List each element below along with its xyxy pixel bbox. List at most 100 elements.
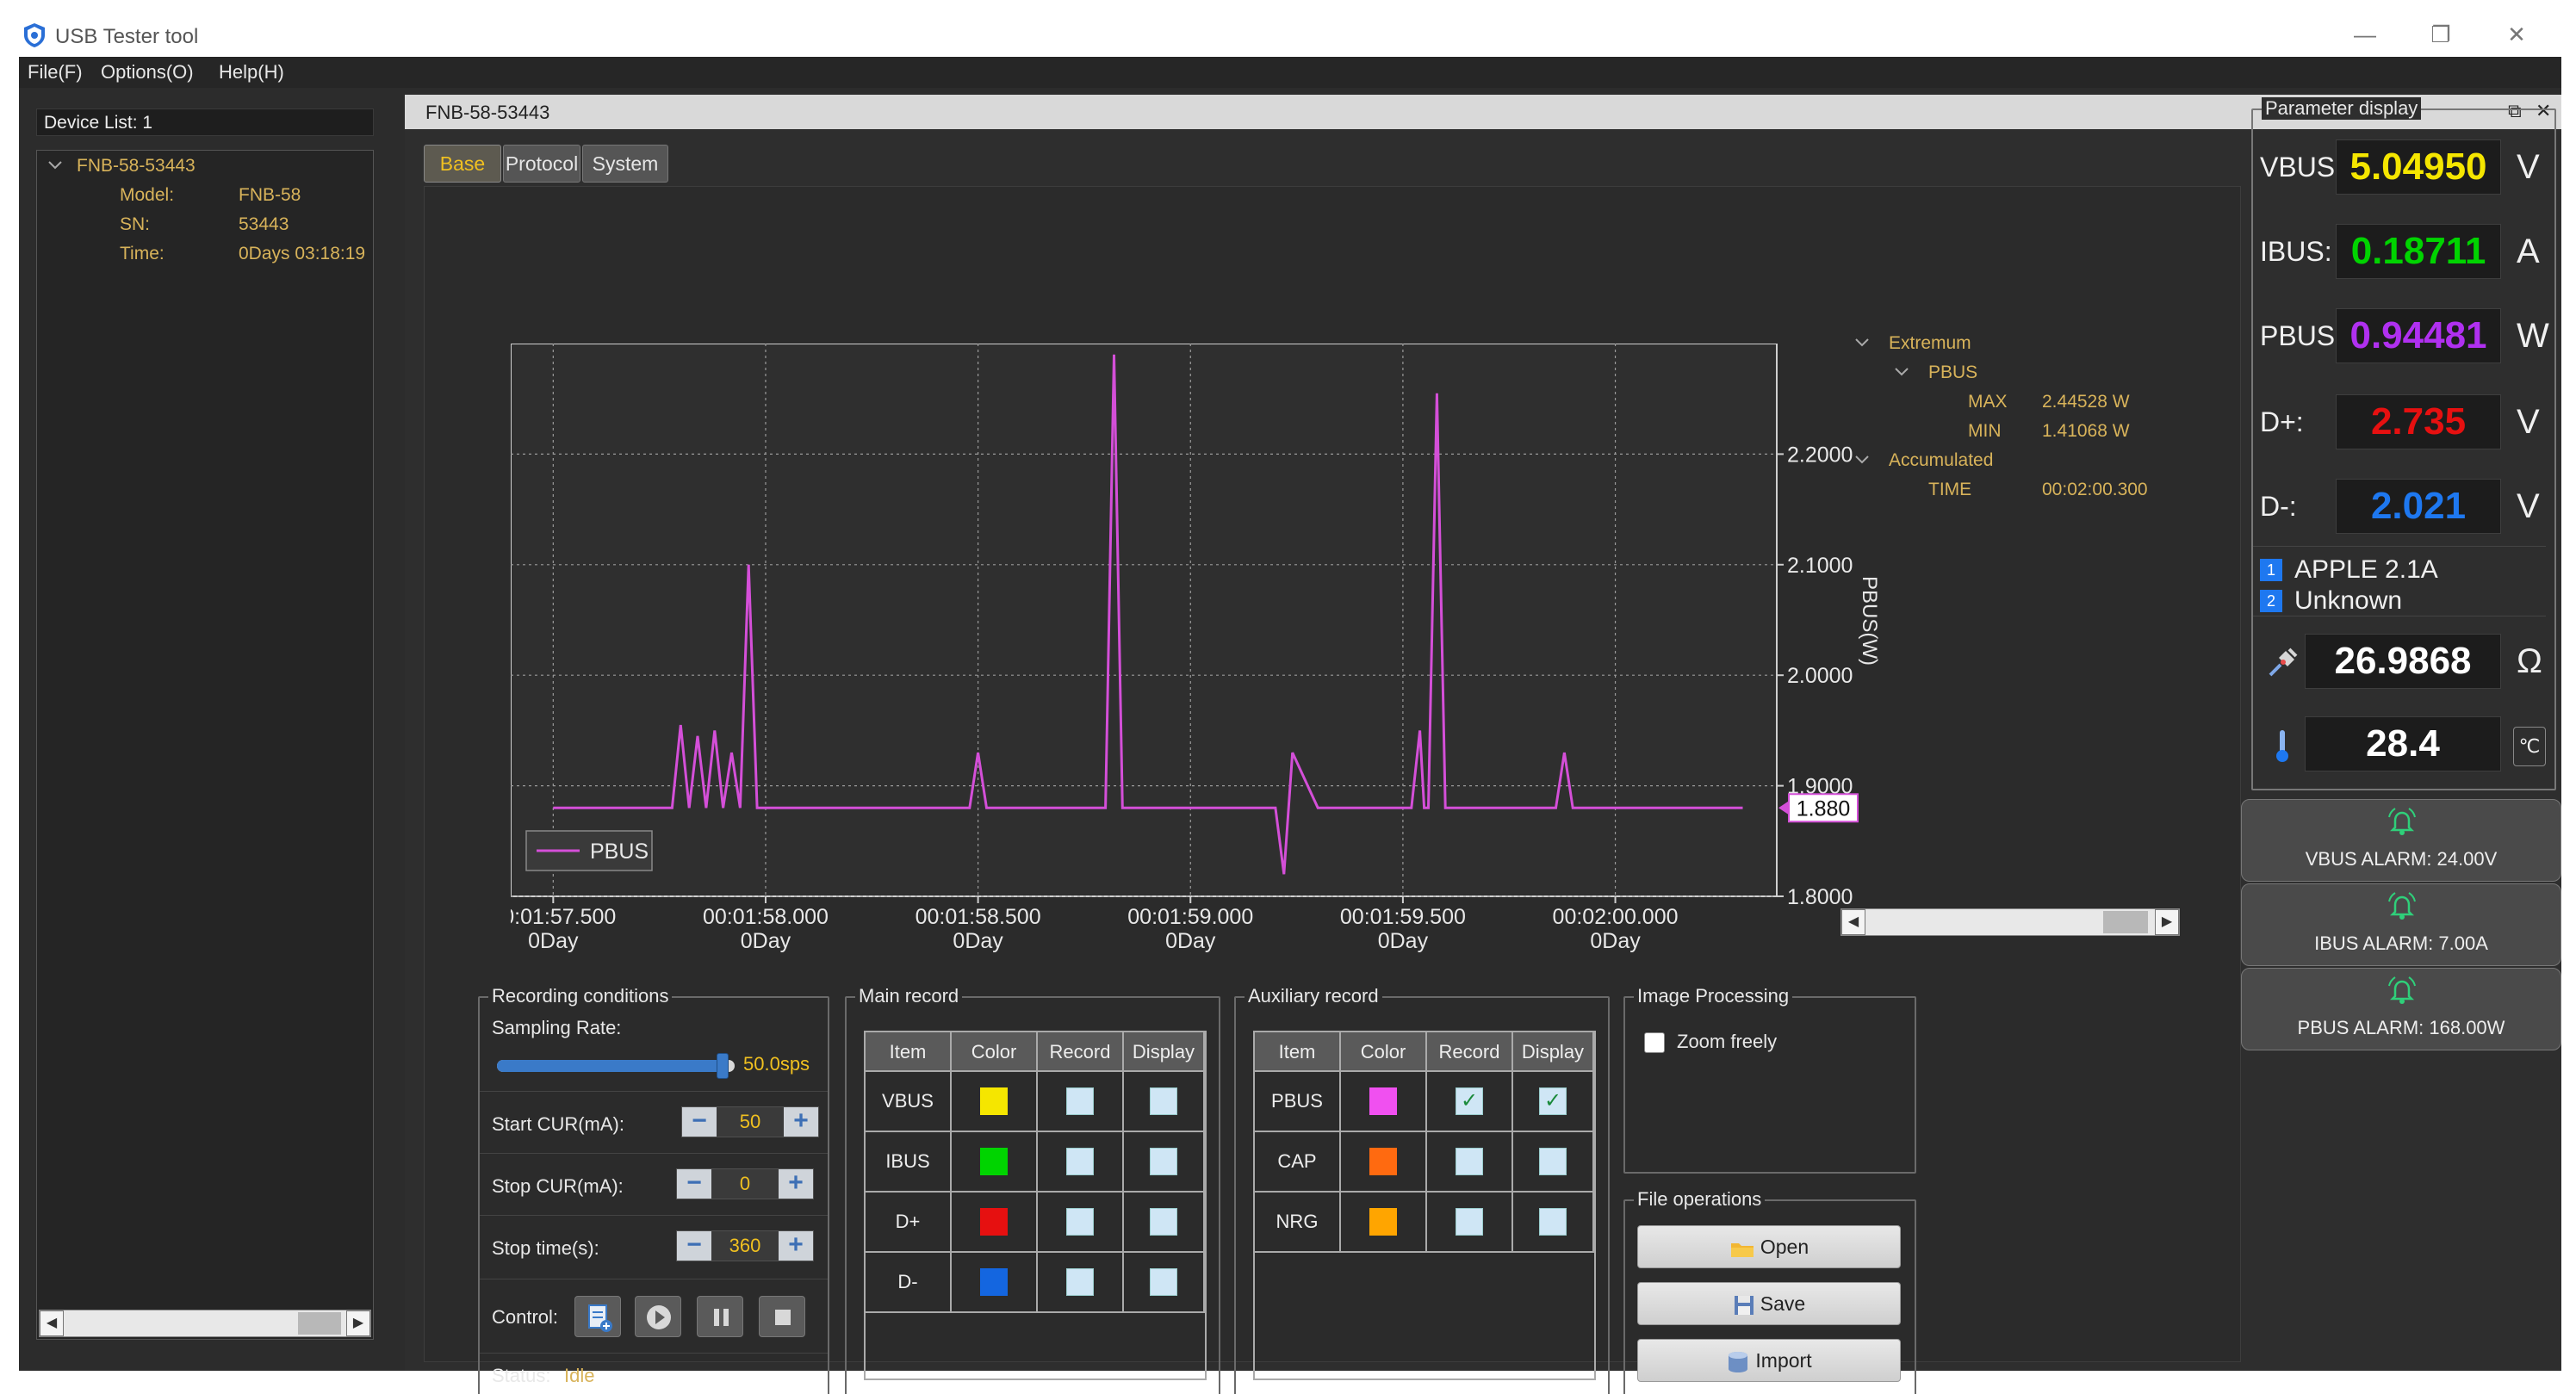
- close-button[interactable]: ✕: [2491, 17, 2542, 53]
- vbus-alarm-button[interactable]: VBUS ALARM: 24.00V: [2241, 799, 2561, 882]
- menu-help[interactable]: Help(H): [219, 61, 284, 84]
- aux-record-cell[interactable]: [1427, 1132, 1513, 1193]
- record-checkbox[interactable]: [1066, 1087, 1094, 1115]
- stop-cur-value[interactable]: 0: [711, 1169, 779, 1199]
- display-checkbox[interactable]: [1150, 1208, 1177, 1236]
- plus-icon[interactable]: +: [784, 1107, 818, 1137]
- stop-time-stepper[interactable]: − 360 +: [676, 1230, 814, 1261]
- plus-icon[interactable]: +: [779, 1169, 813, 1199]
- record-checkbox[interactable]: [1066, 1148, 1094, 1175]
- minus-icon[interactable]: −: [682, 1107, 717, 1137]
- aux-color-cell[interactable]: [1341, 1132, 1427, 1193]
- display-checkbox[interactable]: [1150, 1268, 1177, 1296]
- minus-icon[interactable]: −: [677, 1169, 711, 1199]
- slider-handle[interactable]: [717, 1053, 729, 1079]
- main-record-cell[interactable]: [1038, 1072, 1124, 1132]
- chevron-down-icon[interactable]: [1854, 454, 1870, 466]
- aux-record-cell[interactable]: [1427, 1193, 1513, 1253]
- plus-icon[interactable]: +: [779, 1231, 813, 1261]
- color-swatch[interactable]: [980, 1268, 1008, 1296]
- stop-cur-label: Stop CUR(mA):: [492, 1175, 624, 1197]
- start-cur-stepper[interactable]: − 50 +: [681, 1106, 819, 1137]
- tab-system[interactable]: System: [582, 145, 668, 183]
- pbus-alarm-button[interactable]: PBUS ALARM: 168.00W: [2241, 968, 2561, 1050]
- main-display-cell[interactable]: [1124, 1253, 1205, 1313]
- main-color-cell[interactable]: [952, 1072, 1038, 1132]
- main-display-cell[interactable]: [1124, 1193, 1205, 1253]
- main-record-cell[interactable]: [1038, 1193, 1124, 1253]
- accumulated-node[interactable]: Accumulated: [1889, 450, 1993, 471]
- tab-base[interactable]: Base: [424, 145, 501, 183]
- display-checkbox[interactable]: [1539, 1208, 1567, 1236]
- color-swatch[interactable]: [1369, 1208, 1397, 1236]
- pause-icon: [714, 1309, 729, 1326]
- scroll-right-icon[interactable]: ▶: [2155, 909, 2179, 935]
- record-checkbox[interactable]: [1456, 1208, 1483, 1236]
- new-record-button[interactable]: [574, 1296, 621, 1337]
- play-button[interactable]: [635, 1296, 681, 1337]
- zoom-freely-checkbox[interactable]: [1644, 1032, 1665, 1053]
- extremum-scrollbar[interactable]: ◀ ▶: [1840, 908, 2180, 936]
- menu-file[interactable]: File(F): [28, 61, 83, 84]
- display-checkbox[interactable]: [1539, 1148, 1567, 1175]
- aux-display-cell[interactable]: [1513, 1132, 1594, 1193]
- save-button[interactable]: Save: [1637, 1282, 1901, 1325]
- device-tree-scrollbar[interactable]: ◀ ▶: [39, 1310, 371, 1337]
- aux-display-cell[interactable]: ✓: [1513, 1072, 1594, 1132]
- open-button[interactable]: Open: [1637, 1225, 1901, 1268]
- scroll-thumb[interactable]: [2103, 911, 2148, 933]
- main-color-cell[interactable]: [952, 1253, 1038, 1313]
- sampling-rate-slider[interactable]: [497, 1053, 735, 1079]
- chevron-down-icon[interactable]: [1854, 337, 1870, 349]
- ibus-alarm-button[interactable]: IBUS ALARM: 7.00A: [2241, 883, 2561, 966]
- extremum-node[interactable]: Extremum: [1889, 333, 1971, 354]
- chevron-down-icon[interactable]: [1894, 366, 1909, 378]
- start-cur-value[interactable]: 50: [717, 1107, 784, 1137]
- recording-title: Recording conditions: [488, 985, 673, 1007]
- aux-display-cell[interactable]: [1513, 1193, 1594, 1253]
- separator: [480, 1091, 828, 1092]
- color-swatch[interactable]: [980, 1208, 1008, 1236]
- main-record-cell[interactable]: [1038, 1132, 1124, 1193]
- aux-record-cell[interactable]: ✓: [1427, 1072, 1513, 1132]
- display-checkbox[interactable]: [1150, 1087, 1177, 1115]
- stop-cur-stepper[interactable]: − 0 +: [676, 1168, 814, 1199]
- aux-color-cell[interactable]: [1341, 1193, 1427, 1253]
- record-checkbox[interactable]: [1456, 1148, 1483, 1175]
- color-swatch[interactable]: [1369, 1148, 1397, 1175]
- sampling-rate-value: 50.0sps: [743, 1053, 810, 1075]
- display-checkbox[interactable]: [1150, 1148, 1177, 1175]
- stop-button[interactable]: [759, 1296, 805, 1337]
- main-record-cell[interactable]: [1038, 1253, 1124, 1313]
- main-display-cell[interactable]: [1124, 1132, 1205, 1193]
- scroll-right-icon[interactable]: ▶: [346, 1310, 370, 1336]
- color-swatch[interactable]: [1369, 1087, 1397, 1115]
- record-checkbox[interactable]: [1066, 1268, 1094, 1296]
- color-swatch[interactable]: [980, 1148, 1008, 1175]
- pause-button[interactable]: [697, 1296, 743, 1337]
- main-color-cell[interactable]: [952, 1132, 1038, 1193]
- display-checkbox[interactable]: ✓: [1539, 1087, 1567, 1115]
- temperature-unit-button[interactable]: ℃: [2513, 727, 2546, 766]
- chevron-down-icon[interactable]: [47, 159, 63, 171]
- aux-color-cell[interactable]: [1341, 1072, 1427, 1132]
- scroll-thumb[interactable]: [298, 1312, 341, 1335]
- pbus-node[interactable]: PBUS: [1928, 362, 1977, 383]
- menu-options[interactable]: Options(O): [101, 61, 194, 84]
- scroll-left-icon[interactable]: ◀: [1841, 909, 1865, 935]
- device-node[interactable]: FNB-58-53443: [77, 156, 196, 177]
- scroll-left-icon[interactable]: ◀: [40, 1310, 64, 1336]
- color-swatch[interactable]: [980, 1087, 1008, 1115]
- record-checkbox[interactable]: [1066, 1208, 1094, 1236]
- restore-button[interactable]: ❐: [2415, 17, 2467, 53]
- minus-icon[interactable]: −: [677, 1231, 711, 1261]
- stop-time-value[interactable]: 360: [711, 1231, 779, 1261]
- tab-protocol[interactable]: Protocol: [503, 145, 580, 183]
- record-checkbox[interactable]: ✓: [1456, 1087, 1483, 1115]
- import-button[interactable]: Import: [1637, 1339, 1901, 1382]
- pbus-chart[interactable]: 2.20002.10002.00001.90001.800000:01:57.5…: [511, 344, 1906, 963]
- minimize-button[interactable]: —: [2339, 17, 2391, 53]
- main-display-cell[interactable]: [1124, 1072, 1205, 1132]
- main-color-cell[interactable]: [952, 1193, 1038, 1253]
- recording-conditions-group: Recording conditions Sampling Rate: 50.0…: [478, 985, 829, 1394]
